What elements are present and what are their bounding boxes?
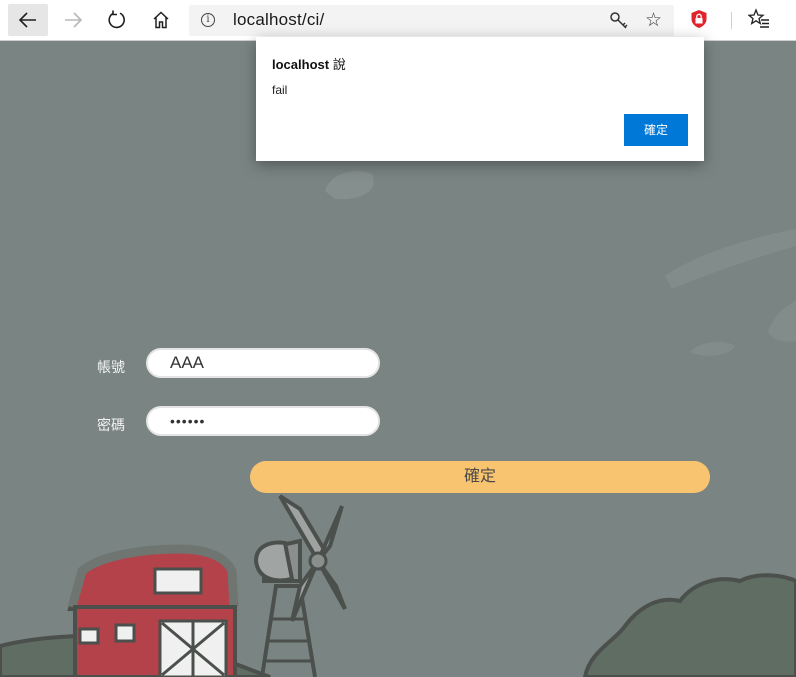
arrow-left-icon (18, 12, 36, 28)
browser-toolbar: i localhost/ci/ ☆ (0, 0, 796, 41)
submit-button[interactable]: 確定 (250, 461, 710, 493)
url-text[interactable]: localhost/ci/ (233, 10, 324, 30)
key-icon[interactable] (609, 11, 629, 36)
toolbar-divider (731, 12, 732, 29)
favorites-star-icon (747, 8, 769, 28)
dialog-title-host: localhost (272, 57, 330, 72)
username-input[interactable] (146, 348, 380, 378)
dialog-title: localhost 說 (272, 54, 346, 73)
dialog-title-suffix: 說 (329, 57, 346, 72)
password-input[interactable] (146, 406, 380, 436)
shield-icon (691, 10, 707, 28)
favorites-button[interactable] (747, 8, 770, 35)
username-label: 帳號 (97, 359, 125, 375)
arrow-right-icon (65, 12, 83, 28)
refresh-button[interactable] (97, 4, 137, 36)
info-icon[interactable]: i (201, 13, 215, 27)
home-icon (153, 11, 169, 29)
dialog-ok-button[interactable]: 確定 (624, 114, 688, 146)
address-bar[interactable]: i localhost/ci/ ☆ (189, 5, 674, 36)
refresh-icon (108, 10, 125, 29)
dialog-message: fail (272, 83, 288, 97)
alert-dialog: localhost 說 fail 確定 (256, 37, 704, 161)
forward-button[interactable] (53, 4, 93, 36)
back-button[interactable] (8, 4, 48, 36)
home-button[interactable] (141, 4, 181, 36)
password-label: 密碼 (97, 417, 125, 433)
star-icon[interactable]: ☆ (645, 9, 662, 32)
shield-extension-button[interactable] (690, 9, 708, 34)
barn-illustration (67, 544, 239, 677)
